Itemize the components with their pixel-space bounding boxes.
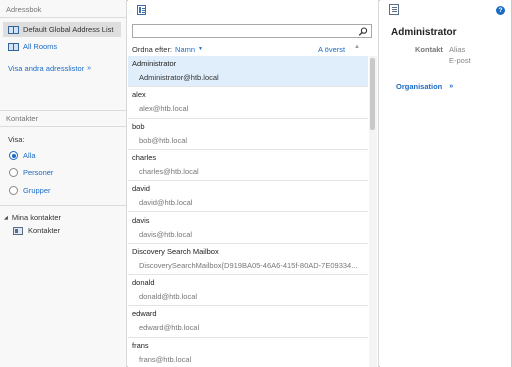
sort-bar: Ordna efter: Namn ▼ A överst ▲ <box>132 44 362 54</box>
more-lists-label: Visa andra adresslistor <box>8 64 85 73</box>
contact-row[interactable]: bob bob@htb.local <box>128 119 368 150</box>
contact-row[interactable]: frans frans@htb.local <box>128 338 368 367</box>
address-list-label: Default Global Address List <box>23 25 114 34</box>
detail-title: Administrator <box>391 27 457 38</box>
radio-checked-icon <box>9 151 18 160</box>
toggle-pane-icon[interactable] <box>137 5 146 15</box>
contact-name: Discovery Search Mailbox <box>132 246 219 256</box>
divider <box>0 110 127 111</box>
show-label: Visa: <box>8 135 25 144</box>
address-list-default-global[interactable]: Default Global Address List <box>3 22 121 37</box>
contact-email: edward@htb.local <box>139 323 200 333</box>
contact-row[interactable]: donald donald@htb.local <box>128 275 368 307</box>
contact-section-label: Kontakt <box>415 45 443 54</box>
help-icon[interactable]: ? <box>496 6 505 15</box>
contact-row[interactable]: edward edward@htb.local <box>128 306 368 338</box>
tree-root-label: Mina kontakter <box>11 213 62 222</box>
search-icon[interactable] <box>358 27 368 36</box>
contact-email: charles@htb.local <box>139 166 199 176</box>
address-book-title: Adressbok <box>6 5 42 14</box>
double-chevron-down-icon: » <box>87 65 92 72</box>
contact-email-label: E-post <box>449 56 471 65</box>
chevron-down-icon[interactable]: ▼ <box>198 46 203 52</box>
filter-all-radio[interactable]: Alla <box>9 151 36 160</box>
contact-row[interactable]: Administrator Administrator@htb.local <box>128 56 368 88</box>
sort-by-dropdown[interactable]: Namn <box>175 45 195 54</box>
address-list-all-rooms[interactable]: All Rooms <box>3 39 121 54</box>
double-chevron-down-icon: » <box>449 83 454 90</box>
sort-order-toggle[interactable]: A överst <box>318 45 345 54</box>
tree-my-contacts[interactable]: ◢ Mina kontakter <box>4 213 61 222</box>
contacts-title: Kontakter <box>6 114 39 123</box>
contact-name: edward <box>132 309 157 319</box>
divider <box>0 17 127 18</box>
contact-row[interactable]: charles charles@htb.local <box>128 150 368 182</box>
list-scrollbar[interactable] <box>369 56 377 367</box>
contact-name: Administrator <box>132 59 177 68</box>
sort-label: Ordna efter: <box>132 44 173 54</box>
scrollbar-thumb[interactable] <box>370 58 375 130</box>
contact-row[interactable]: Discovery Search Mailbox DiscoverySearch… <box>128 244 368 276</box>
search-box <box>132 24 372 38</box>
show-other-address-lists-link[interactable]: Visa andra adresslistor » <box>8 64 91 73</box>
contact-email: frans@htb.local <box>139 354 192 364</box>
radio-unchecked-icon <box>9 168 18 177</box>
filter-label: Grupper <box>23 186 51 195</box>
contact-email: DiscoverySearchMailbox{D919BA05-46A6-415… <box>139 260 358 270</box>
address-book-icon <box>8 42 19 51</box>
address-list-label: All Rooms <box>23 42 58 51</box>
contact-name: davis <box>132 215 150 225</box>
contact-email: alex@htb.local <box>139 104 189 114</box>
search-input[interactable] <box>133 25 353 37</box>
organisation-label: Organisation <box>396 82 443 91</box>
divider <box>0 205 127 206</box>
contact-row[interactable]: david david@htb.local <box>128 181 368 213</box>
left-pane: Adressbok Default Global Address List Al… <box>0 0 127 367</box>
expanded-triangle-icon: ◢ <box>4 214 8 221</box>
contact-card-icon[interactable] <box>389 4 399 15</box>
radio-unchecked-icon <box>9 186 18 195</box>
filter-people-radio[interactable]: Personer <box>9 168 53 177</box>
contact-name: donald <box>132 278 155 288</box>
contact-row[interactable]: alex alex@htb.local <box>128 87 368 119</box>
contact-name: frans <box>132 340 149 350</box>
contact-email: Administrator@htb.local <box>139 73 219 82</box>
contact-email: bob@htb.local <box>139 135 188 145</box>
contact-name: charles <box>132 152 157 162</box>
contact-email: david@htb.local <box>139 198 193 208</box>
address-book-icon <box>8 25 19 34</box>
contact-row[interactable]: davis davis@htb.local <box>128 213 368 244</box>
tree-item-contacts[interactable]: Kontakter <box>13 226 60 235</box>
tree-child-label: Kontakter <box>28 226 61 235</box>
filter-label: Alla <box>23 151 36 160</box>
contact-list: Administrator Administrator@htb.local al… <box>128 56 368 367</box>
divider <box>0 126 127 127</box>
contact-email: donald@htb.local <box>139 292 198 302</box>
filter-label: Personer <box>23 168 54 177</box>
contact-name: alex <box>132 90 146 100</box>
contact-email: davis@htb.local <box>139 229 193 239</box>
contact-name: david <box>132 184 150 194</box>
organisation-link[interactable]: Organisation » <box>396 82 453 91</box>
contact-list-pane: Ordna efter: Namn ▼ A överst ▲ Administr… <box>128 0 379 367</box>
contact-alias-label: Alias <box>449 45 466 54</box>
contacts-folder-icon <box>13 226 23 235</box>
contact-name: bob <box>132 121 145 131</box>
sort-ascending-icon[interactable]: ▲ <box>354 44 360 50</box>
filter-groups-radio[interactable]: Grupper <box>9 186 51 195</box>
details-pane: ? Administrator Kontakt Alias E-post Org… <box>380 0 511 367</box>
